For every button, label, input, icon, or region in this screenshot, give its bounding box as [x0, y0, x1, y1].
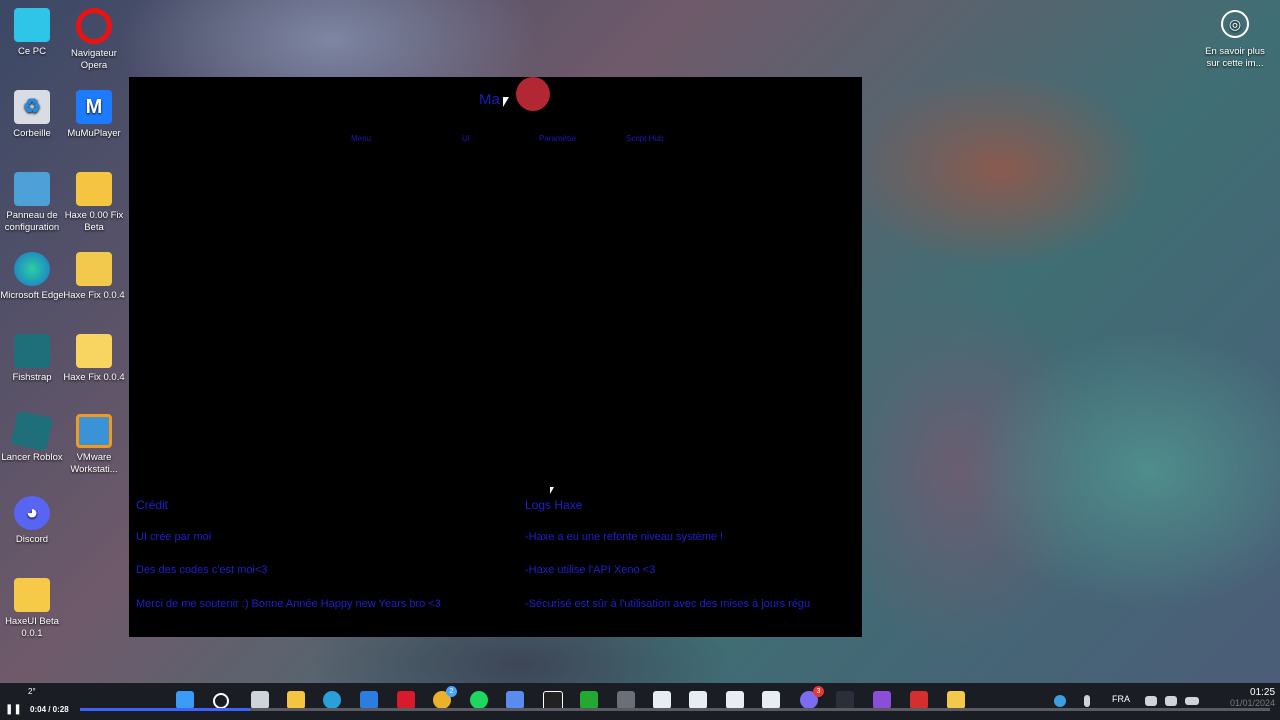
- desktop-icon-label: Fishstrap: [12, 372, 52, 383]
- desktop-icon-label: VMware Workstati...: [70, 452, 118, 475]
- record-indicator: [516, 77, 550, 111]
- tab-menu[interactable]: Menu: [351, 134, 371, 143]
- folder-icon: [14, 578, 50, 612]
- tab-script-hub[interactable]: Script Hub: [626, 134, 663, 143]
- desktop-icon-label: Lancer Roblox: [1, 452, 63, 463]
- desktop-icon-label: Panneau de configuration: [4, 210, 60, 233]
- logs-line: -Haxe a eu une refonte niveau système !: [525, 531, 724, 543]
- desktop-icon-label: Discord: [15, 534, 49, 545]
- desktop-icon-label: Microsoft Edge: [0, 290, 64, 301]
- edge-icon: [14, 252, 50, 286]
- desktop-icon-discord[interactable]: ◕ Discord: [0, 496, 64, 546]
- computer-icon: [14, 8, 50, 42]
- mumu-icon: M: [76, 90, 112, 124]
- desktop-icon-label: Haxe 0.00 Fix Beta: [64, 210, 124, 233]
- tab-ui[interactable]: UI: [462, 134, 470, 143]
- desktop-icon-label: Navigateur Opera: [71, 48, 117, 71]
- mail-badge: 3: [813, 686, 824, 697]
- learn-more-label: En savoir plus sur cette im...: [1205, 46, 1265, 69]
- credits-line: Merci de me soutenir :) Bonne Année Happ…: [136, 598, 441, 610]
- desktop-icon-corbeille[interactable]: ♻ Corbeille: [0, 90, 64, 140]
- discord-icon: ◕: [14, 496, 50, 530]
- desktop-icon-haxeui[interactable]: HaxeUI Beta 0.0.1: [0, 578, 64, 640]
- logs-line: -Haxe utilise l'API Xeno <3: [525, 564, 656, 576]
- desktop-icon-label: Corbeille: [13, 128, 51, 139]
- pause-icon[interactable]: ❚❚: [5, 704, 22, 715]
- desktop-icon-label: MuMuPlayer: [67, 128, 121, 139]
- recycle-bin-icon: ♻: [14, 90, 50, 124]
- haxe-ui-window[interactable]: Ma Menu UI Paramètre Script Hub Crédit U…: [129, 77, 862, 637]
- video-progress[interactable]: [80, 708, 1270, 711]
- desktop-icon-haxe-fix-zip[interactable]: Haxe Fix 0.0.4: [62, 252, 126, 302]
- credits-heading: Crédit: [136, 498, 169, 512]
- desktop-icon-edge[interactable]: Microsoft Edge: [0, 252, 64, 302]
- video-player-bar: ❚❚ 0:04 / 0:28: [0, 700, 1280, 720]
- desktop-icon-label: Haxe Fix 0.0.4: [63, 372, 125, 383]
- weather-temp[interactable]: 2°: [28, 687, 36, 696]
- video-progress-fill: [80, 708, 251, 711]
- folder-icon: [76, 172, 112, 206]
- roblox-icon: [10, 410, 54, 452]
- folder-icon: [76, 334, 112, 368]
- learn-more-widget[interactable]: ◎ En savoir plus sur cette im...: [1200, 10, 1270, 70]
- fishstrap-icon: [14, 334, 50, 368]
- desktop-icon-haxe-fix[interactable]: Haxe Fix 0.0.4: [62, 334, 126, 384]
- clock-time: 01:25: [1250, 687, 1276, 698]
- desktop-icon-fishstrap[interactable]: Fishstrap: [0, 334, 64, 384]
- desktop-icon-label: Ce PC: [18, 46, 46, 57]
- logs-heading: Logs Haxe: [525, 498, 583, 512]
- chat-badge: 2: [446, 686, 457, 697]
- camera-icon: ◎: [1221, 10, 1249, 38]
- desktop-icon-control-panel[interactable]: Panneau de configuration: [0, 172, 64, 234]
- desktop-icon-ce-pc[interactable]: Ce PC: [0, 8, 64, 58]
- desktop-icon-vmware[interactable]: VMware Workstati...: [62, 414, 126, 476]
- video-time: 0:04 / 0:28: [30, 705, 69, 714]
- control-panel-icon: [14, 172, 50, 206]
- credits-line: Des des codes c'est moi<3: [136, 564, 268, 576]
- mouse-cursor: [503, 97, 509, 107]
- desktop-icon-opera[interactable]: Navigateur Opera: [62, 8, 126, 72]
- desktop-icon-mumuplayer[interactable]: M MuMuPlayer: [62, 90, 126, 140]
- credits-line: UI crée par moi: [136, 531, 212, 543]
- app-title: Ma: [479, 91, 500, 108]
- vmware-icon: [76, 414, 112, 448]
- desktop-icon-haxe-beta[interactable]: Haxe 0.00 Fix Beta: [62, 172, 126, 234]
- desktop-icon-label: HaxeUI Beta 0.0.1: [5, 616, 59, 639]
- opera-icon: [76, 8, 112, 44]
- tab-parametre[interactable]: Paramètre: [539, 134, 576, 143]
- zip-folder-icon: [76, 252, 112, 286]
- logs-line: -Sécurisé est sûr à l'utilisation avec d…: [525, 598, 811, 610]
- mouse-cursor-secondary: [550, 487, 554, 494]
- desktop-icon-label: Haxe Fix 0.0.4: [63, 290, 125, 301]
- desktop-icon-roblox[interactable]: Lancer Roblox: [0, 410, 64, 464]
